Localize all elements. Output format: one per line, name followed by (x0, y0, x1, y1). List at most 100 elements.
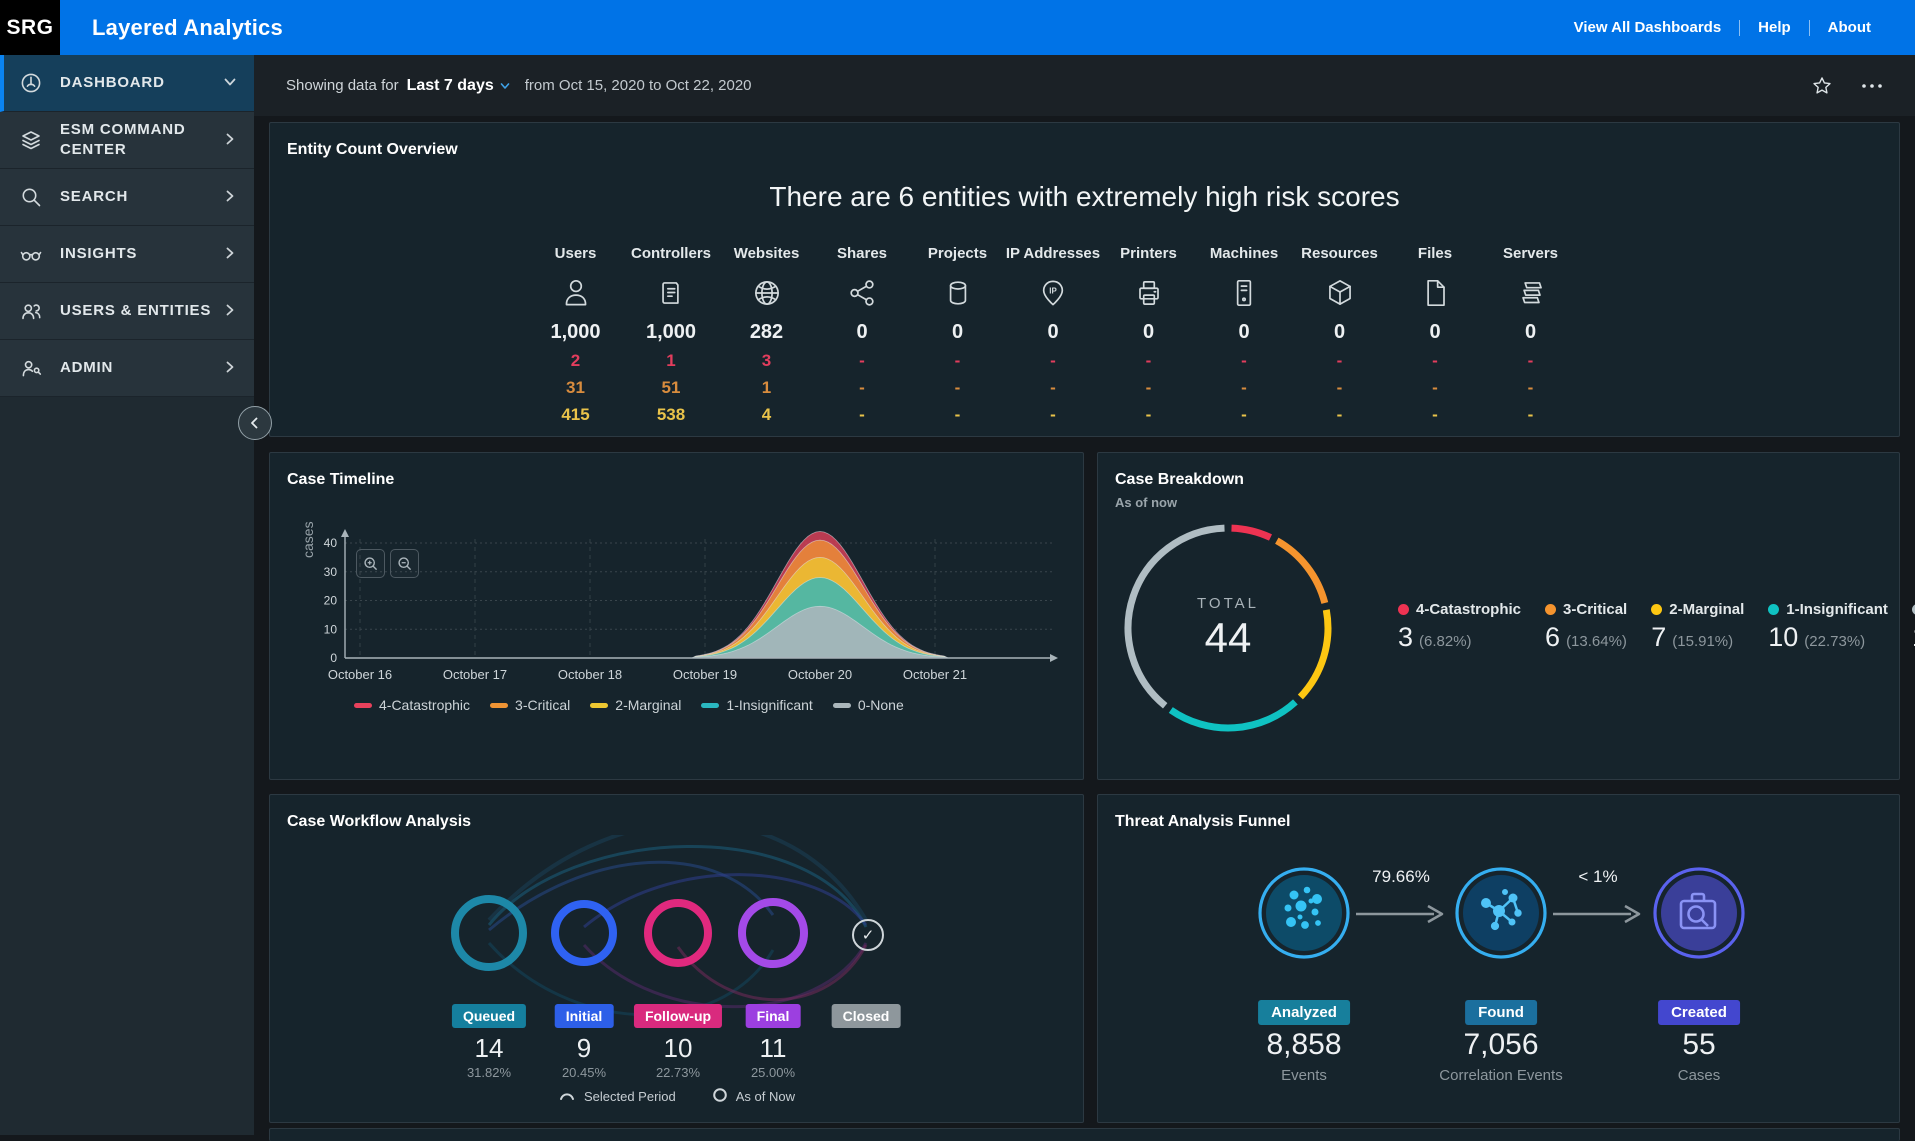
workflow-legend-selected-period[interactable]: Selected Period (558, 1087, 676, 1106)
entity-headline: There are 6 entities with extremely high… (270, 181, 1899, 213)
entity-label: Shares (815, 245, 910, 265)
file-icon (1388, 271, 1483, 315)
legend-label: 4-Catastrophic (1416, 601, 1521, 618)
srg-logo[interactable]: SRG (0, 0, 60, 55)
layers-icon (18, 127, 44, 153)
panel-title: Entity Count Overview (287, 141, 458, 159)
stage-value: 10 (664, 1033, 693, 1064)
timeline-legend-item[interactable]: 3-Critical (490, 697, 570, 713)
chart-zoom-controls (356, 549, 419, 578)
slice-value: 7 (1651, 622, 1666, 653)
entity-severity-value: - (815, 378, 910, 398)
legend-label: 0-None (858, 697, 904, 713)
case-breakdown-panel: Case Breakdown As of now TOTAL 44 4-Cata… (1097, 452, 1900, 780)
workflow-legend: Selected Period As of Now (270, 1087, 1083, 1106)
entity-severity-value: 3 (719, 351, 814, 371)
globe-icon (719, 271, 814, 315)
legend-swatch (354, 703, 372, 708)
arrow-right-icon (1354, 899, 1448, 929)
timeline-legend-item[interactable]: 2-Marginal (590, 697, 681, 713)
sidebar-item-label: SEARCH (60, 187, 222, 207)
timeline-legend-item[interactable]: 4-Catastrophic (354, 697, 470, 713)
entity-severity-value: - (1006, 405, 1101, 425)
search-icon (18, 184, 44, 210)
entity-severity-value: - (1388, 351, 1483, 371)
breakdown-legend-item[interactable]: 2-Marginal7(15.91%) (1651, 601, 1744, 653)
zoom-out-button[interactable] (390, 549, 419, 578)
entity-column-websites: Websites282314 (719, 245, 814, 425)
top-bar: SRG Layered Analytics View All Dashboard… (0, 0, 1915, 55)
entity-count: 1,000 (528, 321, 623, 344)
funnel-sublabel: Events (1281, 1067, 1327, 1084)
zoom-in-button[interactable] (356, 549, 385, 578)
funnel-badge-found: Found (1465, 1000, 1537, 1025)
dashboard-icon (18, 70, 44, 96)
timeline-legend-item[interactable]: 1-Insignificant (701, 697, 812, 713)
sidebar-item-admin[interactable]: ADMIN (0, 340, 254, 397)
svg-text:0: 0 (330, 651, 337, 665)
breakdown-legend-item[interactable]: 1-Insignificant10(22.73%) (1768, 601, 1888, 653)
legend-swatch (701, 703, 719, 708)
entity-label: Machines (1197, 245, 1292, 265)
entity-label: Resources (1292, 245, 1387, 265)
machine-icon (1197, 271, 1292, 315)
svg-text:IP: IP (1049, 287, 1057, 296)
panel-title: Threat Analysis Funnel (1115, 813, 1290, 831)
breakdown-legend: 4-Catastrophic3(6.82%) 3-Critical6(13.64%… (1398, 601, 1915, 653)
sidebar-item-dashboard[interactable]: DASHBOARD (0, 55, 254, 112)
legend-label: 1-Insignificant (726, 697, 812, 713)
svg-text:30: 30 (324, 565, 338, 579)
sidebar: DASHBOARD ESM COMMAND CENTER SEARCH INSIGHT… (0, 55, 254, 1135)
transition-percent: < 1% (1578, 867, 1617, 887)
timeline-legend-item[interactable]: 0-None (833, 697, 904, 713)
breakdown-legend-item[interactable]: 3-Critical6(13.64%) (1545, 601, 1627, 653)
sidebar-item-insights[interactable]: INSIGHTS (0, 226, 254, 283)
slice-value: 10 (1768, 622, 1798, 653)
users-icon (18, 298, 44, 324)
legend-swatch (833, 703, 851, 708)
chevron-down-icon (222, 74, 240, 92)
help-link[interactable]: Help (1740, 19, 1809, 36)
time-range-value: Last 7 days (407, 77, 494, 95)
entity-severity-value: - (815, 351, 910, 371)
time-range-dropdown[interactable]: Last 7 days (407, 77, 511, 95)
entity-count: 0 (1101, 321, 1196, 344)
entity-severity-value: - (815, 405, 910, 425)
slice-percent: (15.91%) (1672, 633, 1733, 650)
entity-severity-value: - (1197, 405, 1292, 425)
entity-column-users: Users1,000231415 (528, 245, 623, 425)
legend-swatch (490, 703, 508, 708)
panel-subtitle: As of now (1115, 495, 1177, 510)
showing-data-label: Showing data for (286, 77, 399, 94)
sidebar-item-label: DASHBOARD (60, 73, 222, 93)
correlation-graph-icon (1453, 865, 1549, 961)
slice-percent: (13.64%) (1566, 633, 1627, 650)
sidebar-collapse-button[interactable] (238, 406, 272, 440)
sidebar-item-esm-command-center[interactable]: ESM COMMAND CENTER (0, 112, 254, 169)
ellipsis-icon[interactable] (1861, 82, 1883, 90)
funnel-badge-created: Created (1658, 1000, 1740, 1025)
chevron-right-icon (222, 359, 240, 377)
panel-title: Case Workflow Analysis (287, 813, 471, 831)
entity-label: IP Addresses (1006, 245, 1101, 265)
stage-value: 14 (475, 1033, 504, 1064)
threat-funnel-panel: Threat Analysis Funnel Analyzed8,858Even… (1097, 794, 1900, 1123)
view-all-dashboards-link[interactable]: View All Dashboards (1556, 19, 1740, 36)
entity-severity-value: - (1101, 405, 1196, 425)
entity-severity-value: - (1483, 351, 1578, 371)
entity-severity-value: - (1197, 351, 1292, 371)
sidebar-item-users-entities[interactable]: USERS & ENTITIES (0, 283, 254, 340)
star-icon[interactable] (1811, 75, 1833, 97)
sidebar-item-label: ADMIN (60, 358, 222, 378)
entity-severity-value: - (1101, 378, 1196, 398)
workflow-legend-as-of-now[interactable]: As of Now (712, 1087, 795, 1106)
entity-column-ip-addresses: IP AddressesIP0--- (1006, 245, 1101, 425)
transition-percent: 79.66% (1372, 867, 1430, 887)
sidebar-item-search[interactable]: SEARCH (0, 169, 254, 226)
slice-percent: (6.82%) (1419, 633, 1472, 650)
entity-count: 0 (1197, 321, 1292, 344)
entity-label: Websites (719, 245, 814, 265)
entity-severity-value: 2 (528, 351, 623, 371)
breakdown-legend-item[interactable]: 4-Catastrophic3(6.82%) (1398, 601, 1521, 653)
about-link[interactable]: About (1810, 19, 1889, 36)
